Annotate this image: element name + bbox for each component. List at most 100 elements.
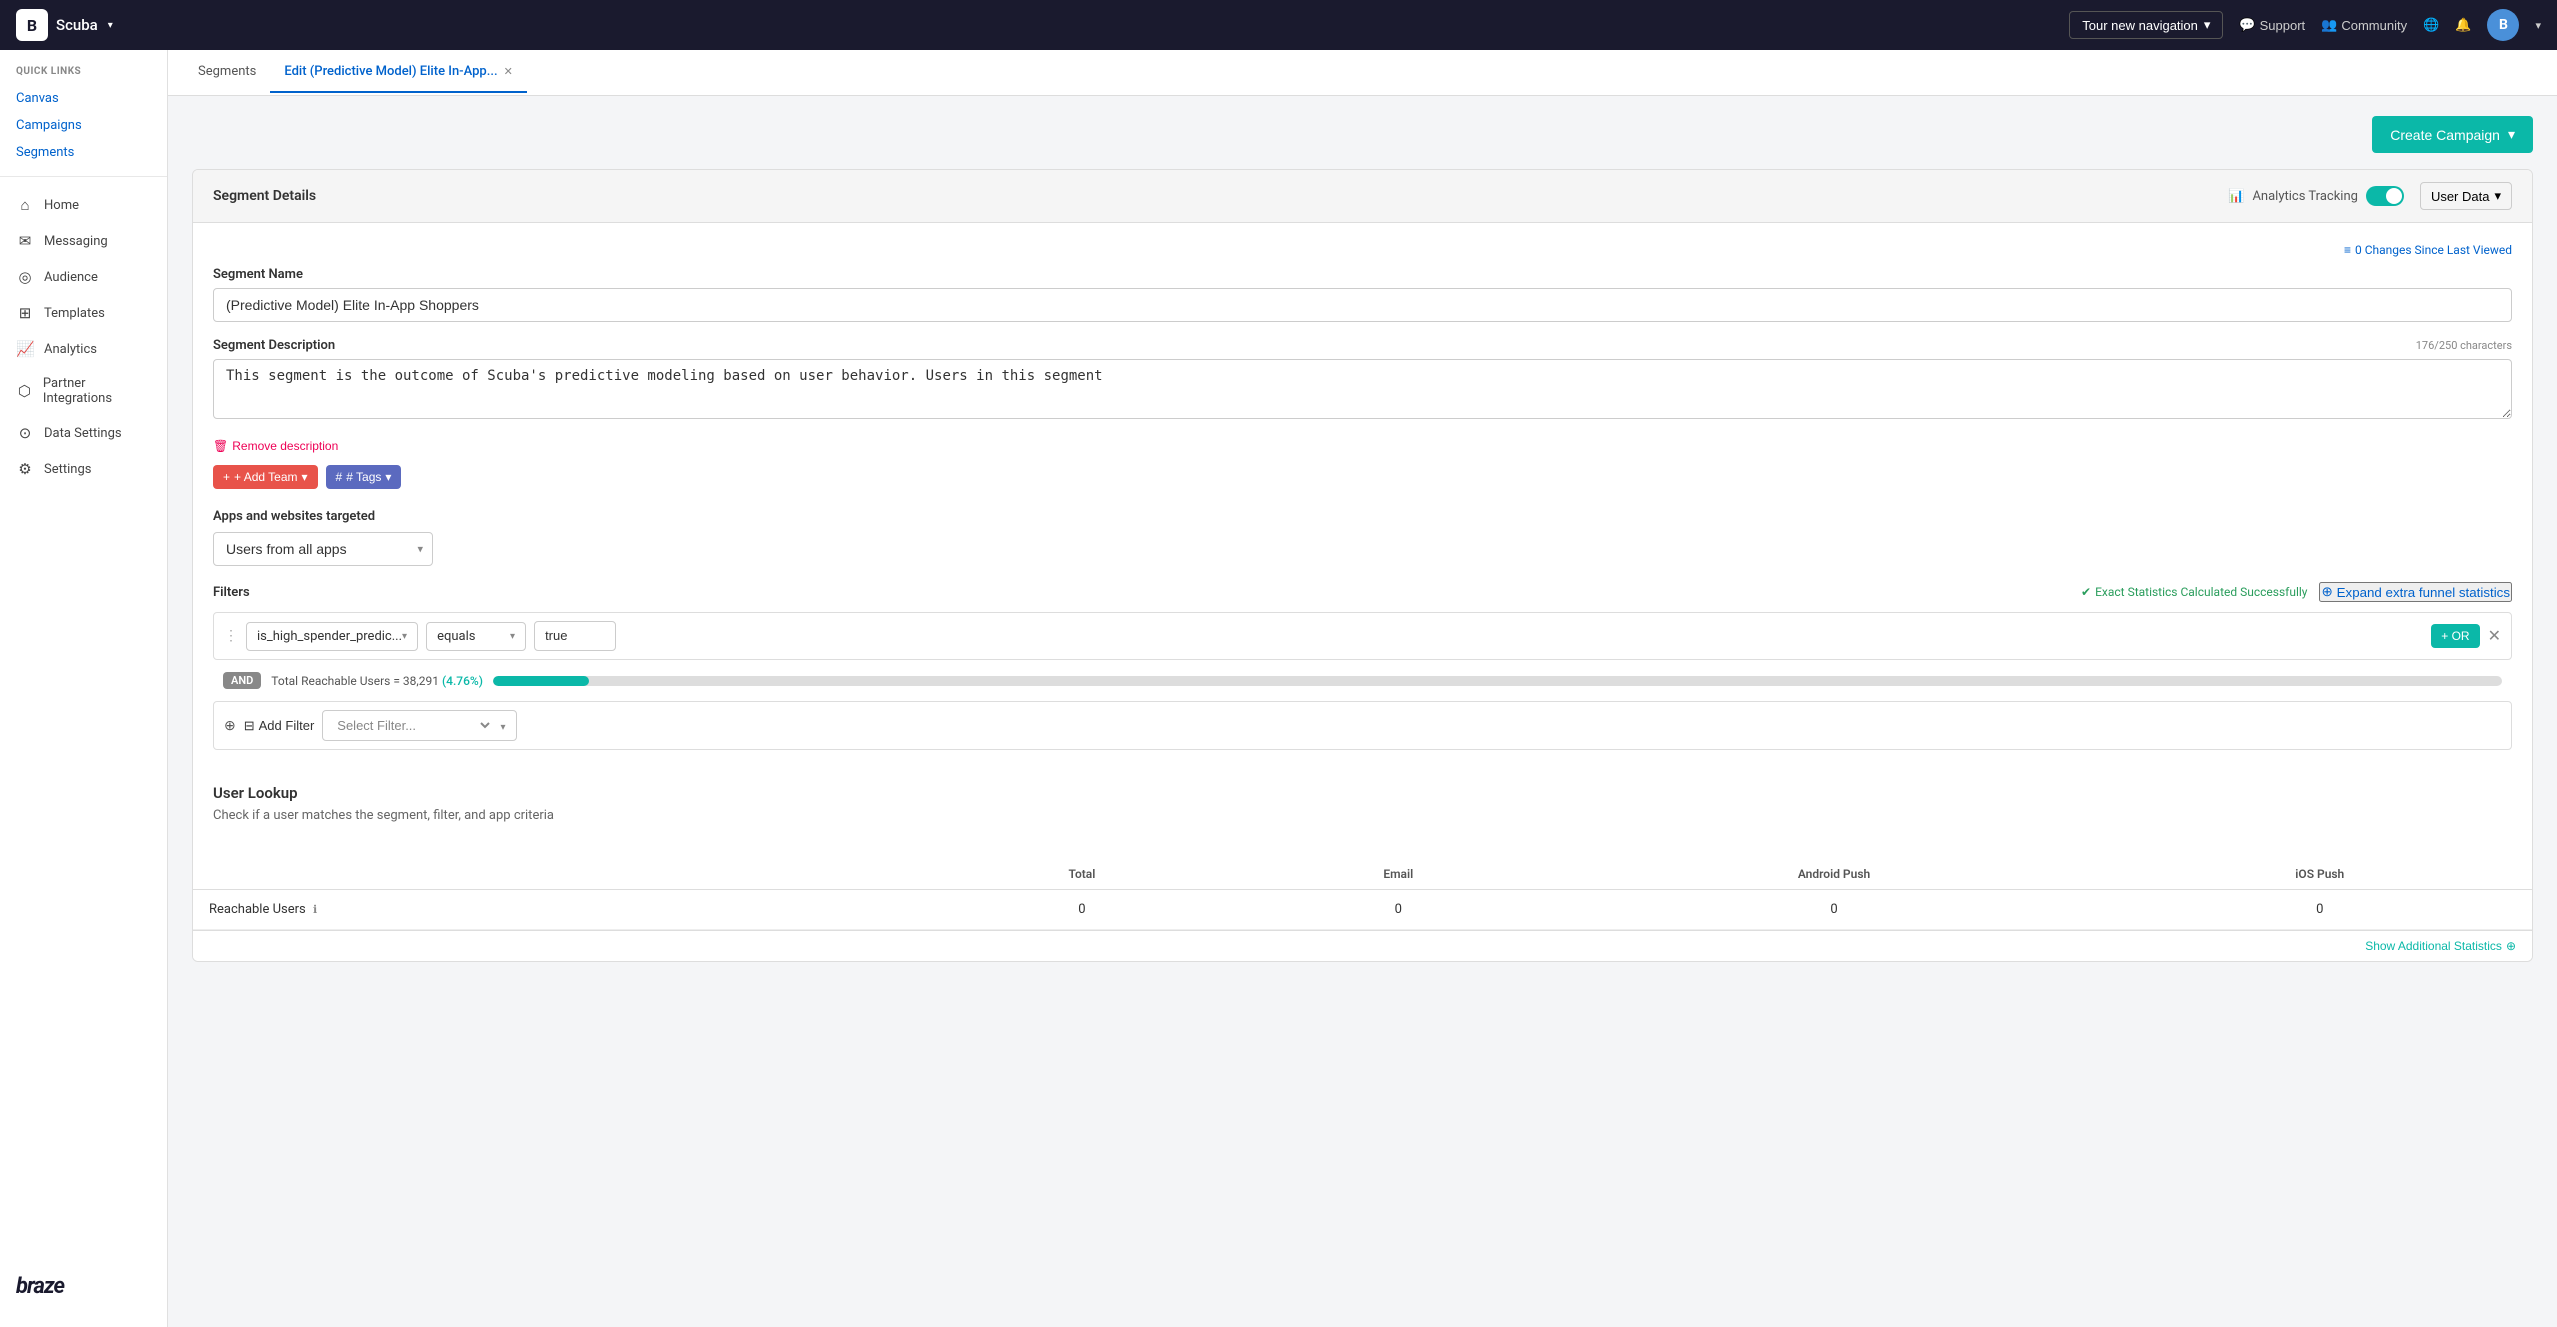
community-button[interactable]: 👥 Community bbox=[2321, 17, 2407, 33]
segment-description-row: Segment Description 176/250 characters bbox=[213, 338, 2512, 423]
brand-chevron-icon[interactable]: ▾ bbox=[108, 20, 113, 31]
filter-remove-button[interactable]: ✕ bbox=[2488, 626, 2501, 646]
op-chevron-icon: ▾ bbox=[510, 631, 515, 642]
select-filter-dropdown[interactable]: Select Filter... bbox=[333, 717, 493, 734]
add-team-button[interactable]: + + Add Team ▾ bbox=[213, 465, 318, 489]
plus-circle-icon: ⊕ bbox=[2321, 584, 2332, 600]
sidebar-item-analytics[interactable]: 📈 Analytics bbox=[0, 331, 167, 367]
add-filter-plus-icon[interactable]: ⊕ bbox=[224, 718, 236, 734]
remove-description-button[interactable]: 🗑 Remove description bbox=[213, 439, 338, 453]
sidebar-item-templates[interactable]: ⊞ Templates bbox=[0, 295, 167, 331]
top-nav: B Scuba ▾ Tour new navigation ▾ 💬 Suppor… bbox=[0, 0, 2557, 50]
user-data-button[interactable]: User Data ▾ bbox=[2420, 182, 2512, 210]
globe-icon: 🌐 bbox=[2423, 17, 2439, 33]
stats-table: Total Email Android Push iOS Push Reacha… bbox=[193, 859, 2532, 930]
bell-icon: 🔔 bbox=[2455, 17, 2471, 33]
filter-op-dropdown[interactable]: equals ▾ bbox=[426, 622, 526, 651]
card-title: Segment Details bbox=[213, 188, 316, 204]
filter-icon: ⊟ bbox=[244, 718, 255, 734]
tags-chevron-icon: ▾ bbox=[385, 470, 391, 484]
filter-field-dropdown[interactable]: is_high_spender_predic... ▾ bbox=[246, 622, 418, 651]
main-content: Segments Edit (Predictive Model) Elite I… bbox=[168, 50, 2557, 1327]
filters-header: Filters ✔ Exact Statistics Calculated Su… bbox=[213, 582, 2512, 602]
select-chevron-icon: ▾ bbox=[501, 722, 506, 733]
analytics-tracking-toggle[interactable] bbox=[2366, 186, 2404, 206]
col-total: Total bbox=[928, 859, 1236, 890]
filter-row-inner: ⋮ is_high_spender_predic... ▾ equals ▾ bbox=[214, 613, 2511, 659]
ios-push-value: 0 bbox=[2108, 890, 2532, 930]
analytics-tracking-icon: 📊 bbox=[2228, 189, 2244, 204]
quick-link-segments[interactable]: Segments bbox=[0, 139, 167, 166]
sidebar-item-data-settings[interactable]: ⊙ Data Settings bbox=[0, 415, 167, 451]
email-value: 0 bbox=[1236, 890, 1560, 930]
home-icon: ⌂ bbox=[16, 196, 34, 214]
sidebar-item-audience[interactable]: ◎ Audience bbox=[0, 259, 167, 295]
tabs-bar: Segments Edit (Predictive Model) Elite I… bbox=[168, 50, 2557, 96]
avatar-chevron-icon[interactable]: ▾ bbox=[2535, 19, 2541, 32]
drag-handle-icon[interactable]: ⋮ bbox=[224, 628, 238, 644]
segment-description-input[interactable] bbox=[213, 359, 2512, 419]
tab-close-icon[interactable]: ✕ bbox=[504, 65, 513, 78]
col-android-push: Android Push bbox=[1560, 859, 2107, 890]
tab-segments[interactable]: Segments bbox=[184, 52, 270, 93]
toggle-knob bbox=[2386, 188, 2402, 204]
reachable-text: Total Reachable Users = 38,291 (4.76%) bbox=[271, 674, 483, 688]
or-button[interactable]: + OR bbox=[2431, 624, 2479, 648]
expand-stats-button[interactable]: ⊕ Expand extra funnel statistics bbox=[2319, 582, 2512, 602]
avatar[interactable]: B bbox=[2487, 9, 2519, 41]
apps-targeted-select[interactable]: Users from all apps bbox=[213, 532, 433, 566]
quick-link-campaigns[interactable]: Campaigns bbox=[0, 112, 167, 139]
field-chevron-icon: ▾ bbox=[402, 631, 407, 642]
messaging-icon: ✉ bbox=[16, 232, 34, 250]
segment-name-input[interactable] bbox=[213, 288, 2512, 322]
filter-value-input[interactable] bbox=[534, 621, 616, 651]
templates-icon: ⊞ bbox=[16, 304, 34, 322]
segment-details-card: Segment Details 📊 Analytics Tracking Use… bbox=[192, 169, 2533, 962]
quick-link-canvas[interactable]: Canvas bbox=[0, 85, 167, 112]
and-badge: AND bbox=[223, 672, 261, 689]
braze-logo: braze bbox=[0, 1258, 167, 1315]
filters-section: Filters ✔ Exact Statistics Calculated Su… bbox=[213, 582, 2512, 750]
notifications-button[interactable]: 🔔 bbox=[2455, 17, 2471, 33]
segment-description-label: Segment Description bbox=[213, 338, 335, 353]
filter-value-field[interactable] bbox=[545, 628, 605, 643]
trash-icon: 🗑 bbox=[213, 439, 228, 453]
analytics-tracking-row: 📊 Analytics Tracking bbox=[2228, 186, 2404, 206]
quick-links-label: QUICK LINKS bbox=[0, 62, 167, 85]
user-data-chevron-icon: ▾ bbox=[2494, 188, 2501, 204]
filters-actions: ✔ Exact Statistics Calculated Successful… bbox=[2081, 582, 2512, 602]
description-header: Segment Description 176/250 characters bbox=[213, 338, 2512, 353]
tags-button[interactable]: # # Tags ▾ bbox=[326, 465, 402, 489]
and-reachable-row: AND Total Reachable Users = 38,291 (4.76… bbox=[213, 666, 2512, 695]
filter-row: ⋮ is_high_spender_predic... ▾ equals ▾ bbox=[213, 612, 2512, 660]
apps-targeted-row: Apps and websites targeted Users from al… bbox=[213, 509, 2512, 566]
sidebar-item-home[interactable]: ⌂ Home bbox=[0, 187, 167, 223]
tab-edit-segment[interactable]: Edit (Predictive Model) Elite In-App... … bbox=[270, 52, 526, 93]
show-additional-stats-button[interactable]: Show Additional Statistics ⊕ bbox=[2365, 939, 2516, 953]
apps-targeted-label: Apps and websites targeted bbox=[213, 509, 2512, 524]
tags-row: + + Add Team ▾ # # Tags ▾ bbox=[213, 465, 2512, 489]
android-push-value: 0 bbox=[1560, 890, 2107, 930]
progress-bar-fill bbox=[493, 676, 589, 686]
exact-stats-label: ✔ Exact Statistics Calculated Successful… bbox=[2081, 585, 2307, 599]
filters-title: Filters bbox=[213, 585, 250, 600]
char-count: 176/250 characters bbox=[2416, 339, 2512, 352]
app-logo[interactable]: B bbox=[16, 9, 48, 41]
add-filter-button[interactable]: ⊟ Add Filter bbox=[244, 718, 315, 734]
info-icon[interactable]: ℹ bbox=[313, 903, 317, 916]
globe-icon-button[interactable]: 🌐 bbox=[2423, 17, 2439, 33]
page-footer: Show Additional Statistics ⊕ bbox=[193, 930, 2532, 961]
sidebar-item-settings[interactable]: ⚙ Settings bbox=[0, 451, 167, 487]
settings-icon: ⚙ bbox=[16, 460, 34, 478]
team-chevron-icon: ▾ bbox=[302, 470, 308, 484]
sidebar-item-partner-integrations[interactable]: ⬡ Partner Integrations bbox=[0, 367, 167, 415]
partner-icon: ⬡ bbox=[16, 382, 33, 400]
community-icon: 👥 bbox=[2321, 17, 2337, 33]
card-header: Segment Details 📊 Analytics Tracking Use… bbox=[193, 170, 2532, 223]
support-button[interactable]: 💬 Support bbox=[2239, 17, 2305, 33]
reachable-pct: (4.76%) bbox=[442, 674, 483, 688]
tour-nav-button[interactable]: Tour new navigation ▾ bbox=[2069, 11, 2223, 39]
create-campaign-button[interactable]: Create Campaign ▾ bbox=[2372, 116, 2533, 153]
top-nav-right: Tour new navigation ▾ 💬 Support 👥 Commun… bbox=[2069, 9, 2541, 41]
sidebar-item-messaging[interactable]: ✉ Messaging bbox=[0, 223, 167, 259]
